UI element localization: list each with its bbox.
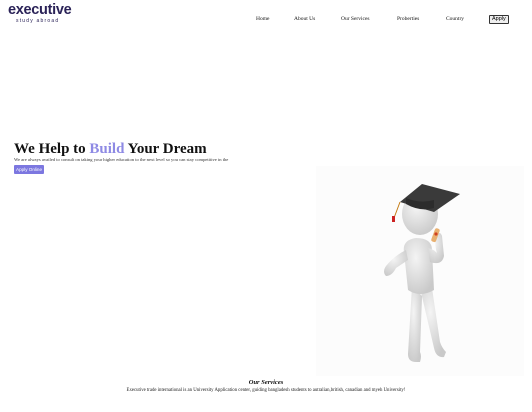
apply-online-button[interactable]: Apply Online <box>14 165 45 174</box>
services-description: Executive trade international is an Univ… <box>126 388 406 393</box>
hero-title-accent: Build <box>89 141 125 157</box>
hero-title-start: We Help to <box>14 141 90 157</box>
hero-description: We are always availed to consult on taki… <box>14 157 229 162</box>
nav-country-link[interactable]: Country <box>446 16 464 22</box>
nav-apply-button[interactable]: Apply <box>489 15 509 24</box>
nav-services-link[interactable]: Our Services <box>341 16 370 22</box>
services-title: Our Services <box>248 379 284 386</box>
hero-title-end: Your Dream <box>124 141 207 157</box>
graduate-figure-image <box>316 166 524 376</box>
main-nav: Home About Us Our Services Proberties Co… <box>0 15 532 26</box>
hero-title: We Help to Build Your Dream <box>14 140 207 158</box>
nav-properties-link[interactable]: Proberties <box>397 16 419 22</box>
nav-home-link[interactable]: Home <box>256 16 269 22</box>
nav-about-link[interactable]: About Us <box>294 16 315 22</box>
